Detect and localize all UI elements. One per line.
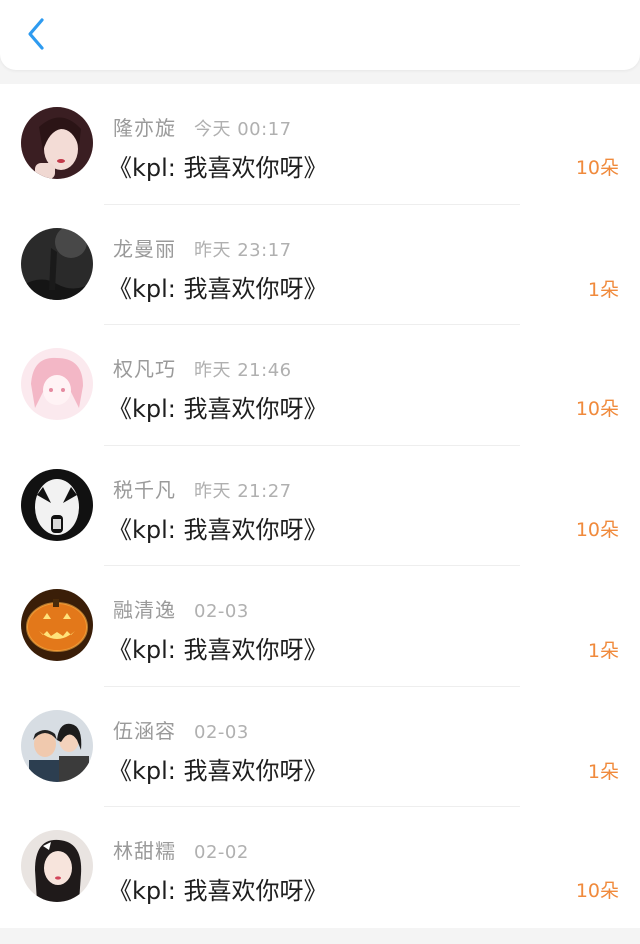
gift-title: 《kpl: 我喜欢你呀》: [108, 154, 328, 182]
gift-title: 《kpl: 我喜欢你呀》: [108, 756, 328, 785]
couple-photo-avatar[interactable]: [21, 709, 93, 782]
list-item[interactable]: 融清逸 02-03 《kpl: 我喜欢你呀》 1朵: [0, 566, 640, 687]
send-time: 今天 00:17: [194, 119, 292, 140]
sender-name: 林甜糯: [113, 839, 176, 863]
list-item[interactable]: 权凡巧 昨天 21:46 《kpl: 我喜欢你呀》 10朵: [0, 325, 640, 446]
list-item[interactable]: 隆亦旋 今天 00:17 《kpl: 我喜欢你呀》 10朵: [0, 84, 640, 205]
gift-title: 《kpl: 我喜欢你呀》: [108, 636, 328, 664]
top-bar: [0, 0, 640, 70]
send-time: 02-02: [194, 842, 249, 863]
gift-count: 10朵: [575, 518, 619, 541]
sender-name: 权凡巧: [113, 357, 176, 381]
gift-count: 10朵: [575, 157, 619, 179]
gift-count: 1朵: [587, 760, 619, 783]
sender-name: 伍涵容: [113, 718, 176, 743]
list-item[interactable]: 林甜糯 02-02 《kpl: 我喜欢你呀》 10朵: [0, 807, 640, 928]
gift-title: 《kpl: 我喜欢你呀》: [108, 274, 328, 303]
list-item[interactable]: 税千凡 昨天 21:27 《kpl: 我喜欢你呀》 10朵: [0, 446, 640, 566]
chevron-left-icon: [28, 18, 44, 50]
sender-name: 隆亦旋: [113, 116, 176, 140]
send-time: 昨天 21:27: [194, 480, 292, 502]
send-time: 昨天 23:17: [194, 239, 292, 261]
girl-portrait-avatar[interactable]: [21, 107, 93, 179]
list-item[interactable]: 伍涵容 02-03 《kpl: 我喜欢你呀》 1朵: [0, 687, 640, 807]
gift-count: 1朵: [587, 640, 619, 662]
back-button[interactable]: [18, 16, 54, 52]
gift-count: 10朵: [575, 880, 619, 902]
gift-count: 1朵: [587, 278, 619, 301]
dark-night-avatar[interactable]: [21, 227, 93, 300]
list-item[interactable]: 龙曼丽 昨天 23:17 《kpl: 我喜欢你呀》 1朵: [0, 205, 640, 325]
send-time: 02-03: [194, 721, 249, 743]
sender-name: 税千凡: [113, 477, 176, 502]
pink-anime-avatar[interactable]: [21, 348, 93, 420]
kiss-face-avatar[interactable]: [21, 468, 93, 541]
gift-title: 《kpl: 我喜欢你呀》: [108, 515, 328, 544]
girl-selfie-avatar[interactable]: [21, 830, 93, 902]
sender-name: 融清逸: [113, 598, 176, 622]
pumpkin-avatar[interactable]: [21, 589, 93, 661]
gift-title: 《kpl: 我喜欢你呀》: [108, 395, 328, 423]
sender-name: 龙曼丽: [113, 236, 176, 261]
send-time: 昨天 21:46: [194, 360, 292, 381]
gift-title: 《kpl: 我喜欢你呀》: [108, 877, 328, 905]
send-time: 02-03: [194, 601, 249, 622]
gift-count: 10朵: [575, 398, 619, 420]
gift-record-list: 隆亦旋 今天 00:17 《kpl: 我喜欢你呀》 10朵 龙曼丽 昨天 23:…: [0, 84, 640, 928]
